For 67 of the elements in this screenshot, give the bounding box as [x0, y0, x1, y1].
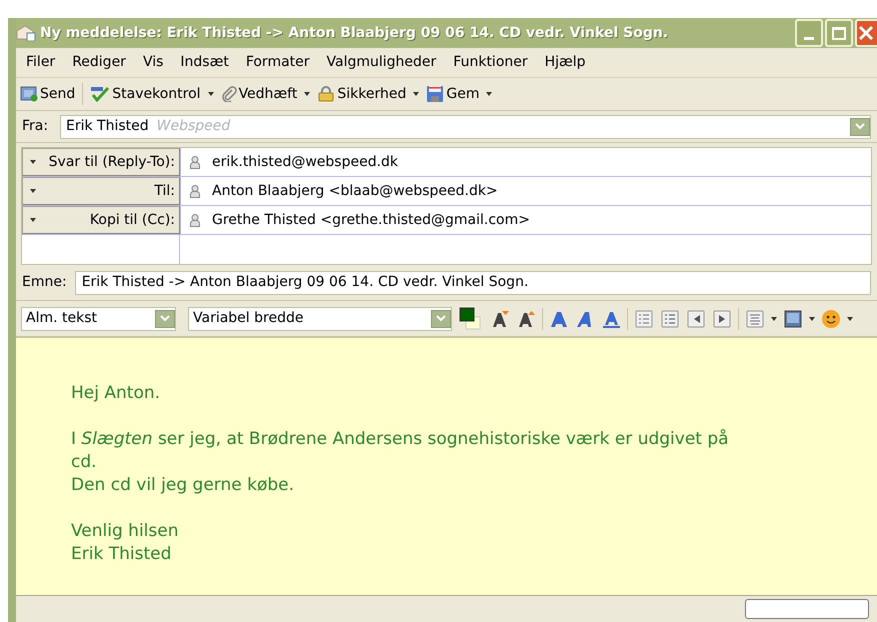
spellcheck-icon — [90, 86, 110, 102]
font-larger-icon[interactable] — [516, 308, 536, 328]
padlock-icon — [317, 86, 336, 102]
dropdown-button[interactable] — [155, 310, 175, 328]
body-text: I Slægten ser jeg, at Brødrene Andersens sognehistoriske værk er udgivet på cd. — [71, 428, 730, 474]
subject-field[interactable]: Erik Thisted -> Anton Blaabjerg 09 06 14. CD vedr. Vinkel Sogn. — [74, 270, 871, 294]
dropdown-caret-icon — [30, 160, 36, 164]
from-label: Fra: — [22, 117, 50, 136]
message-body[interactable]: Hej Anton. I Slægten ser jeg, at Brødrene Andersens sognehistoriske værk er udgivet på cd. Den cd vil jeg gerne købe. Venlig hilsen Erik Thisted — [16, 338, 877, 596]
dropdown-button[interactable] — [850, 118, 870, 136]
person-icon — [190, 214, 200, 226]
paperclip-icon — [220, 86, 237, 102]
menu-item[interactable]: Funktioner — [453, 52, 528, 73]
numbered-list-icon[interactable] — [660, 308, 680, 328]
font-smaller-icon[interactable] — [490, 308, 510, 328]
menu-item[interactable]: Indsæt — [180, 52, 229, 73]
toolbar-button[interactable]: Stavekontrol — [89, 81, 202, 107]
dropdown-caret-icon — [304, 92, 310, 96]
recipient-type-button[interactable]: Kopi til (Cc): — [22, 206, 180, 234]
dropdown-caret-icon — [486, 92, 492, 96]
menu-item[interactable]: Formater — [246, 52, 310, 73]
body-text: Hej Anton. — [71, 382, 162, 405]
dropdown-caret-icon — [847, 316, 853, 320]
smiley-icon[interactable] — [821, 308, 841, 328]
menu-item[interactable]: Filer — [26, 52, 56, 73]
dropdown-caret-icon — [413, 92, 420, 96]
dropdown-button[interactable] — [431, 310, 451, 328]
close-button[interactable] — [855, 19, 877, 47]
body-text: Erik Thisted — [71, 543, 172, 566]
dropdown-caret-icon — [809, 316, 815, 320]
image-icon[interactable] — [783, 308, 803, 328]
window-title: Ny meddelelse: Erik Thisted -> Anton Blaabjerg 09 06 14. CD vedr. Vinkel Sogn. — [40, 24, 670, 42]
menu-item[interactable]: Valgmuligheder — [326, 52, 436, 73]
font-select[interactable]: Variabel bredde — [188, 306, 452, 330]
maximize-button[interactable] — [825, 19, 853, 47]
toolbar-button[interactable]: Vedhæft — [220, 81, 298, 107]
body-text: Den cd vil jeg gerne købe. — [71, 474, 296, 497]
menu-item[interactable]: Hjælp — [544, 52, 586, 73]
close-icon — [857, 24, 875, 42]
recipient-field[interactable]: erik.thisted@webspeed.dk — [180, 148, 871, 176]
indent-icon[interactable] — [712, 308, 732, 328]
body-text: Venlig hilsen — [71, 520, 180, 543]
menu-item[interactable]: Vis — [142, 52, 164, 73]
dropdown-caret-icon — [771, 316, 777, 320]
from-field[interactable]: Erik Thisted Webspeed — [60, 114, 871, 138]
outdent-icon[interactable] — [686, 308, 706, 328]
align-icon[interactable] — [745, 308, 765, 328]
paragraph-style-select[interactable]: Alm. tekst — [21, 306, 176, 330]
recipient-type-button[interactable]: Til: — [22, 177, 180, 205]
person-icon — [190, 156, 200, 168]
subject-label: Emne: — [22, 273, 67, 292]
recipient-field[interactable]: Grethe Thisted <grethe.thisted@gmail.com> — [180, 206, 871, 234]
recipient-type-button[interactable]: Svar til (Reply-To): — [22, 148, 180, 176]
chevron-down-icon — [855, 123, 865, 130]
toolbar-button[interactable]: Send — [19, 81, 76, 107]
bulleted-list-icon[interactable] — [634, 308, 654, 328]
toolbar-button[interactable]: Gem — [425, 81, 480, 107]
chevron-down-icon — [436, 315, 446, 322]
recipient-field[interactable]: Anton Blaabjerg <blaab@webspeed.dk> — [180, 177, 871, 205]
dropdown-caret-icon — [30, 218, 36, 222]
dropdown-caret-icon — [208, 92, 214, 96]
toolbar-button[interactable]: Sikkerhed — [316, 81, 408, 107]
menu-item[interactable]: Rediger — [72, 52, 126, 73]
dropdown-caret-icon — [30, 189, 36, 193]
minimize-button[interactable] — [795, 19, 823, 47]
chevron-down-icon — [160, 315, 170, 322]
person-icon — [190, 184, 200, 198]
